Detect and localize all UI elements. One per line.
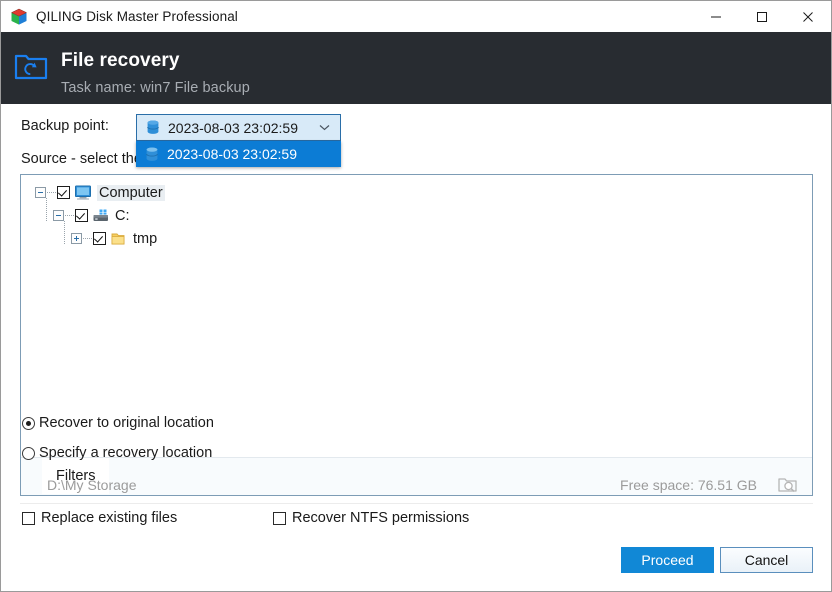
checkbox-replace-existing-files[interactable]: Replace existing files bbox=[22, 510, 177, 526]
radio-indicator[interactable] bbox=[22, 446, 35, 460]
tree-node-label: Computer bbox=[97, 184, 165, 201]
cancel-button[interactable]: Cancel bbox=[720, 547, 813, 573]
computer-icon bbox=[74, 185, 92, 201]
radio-specify-recovery-location[interactable]: Specify a recovery location bbox=[22, 445, 212, 461]
maximize-icon[interactable] bbox=[739, 1, 785, 32]
folder-recovery-icon bbox=[13, 49, 49, 85]
cube-icon bbox=[10, 8, 28, 26]
tree-checkbox[interactable] bbox=[93, 232, 106, 245]
tree-node-drive-c[interactable]: C: bbox=[21, 204, 812, 227]
checkbox-indicator[interactable] bbox=[22, 511, 35, 525]
page-header: File recovery Task name: win7 File backu… bbox=[1, 32, 831, 104]
collapse-toggle-icon[interactable] bbox=[53, 210, 64, 221]
tree-checkbox[interactable] bbox=[75, 209, 88, 222]
recovery-path-value: D:\My Storage bbox=[47, 477, 137, 493]
radio-recover-original-location[interactable]: Recover to original location bbox=[22, 415, 214, 431]
radio-label: Specify a recovery location bbox=[39, 445, 213, 461]
backup-point-dropdown-list[interactable]: 2023-08-03 23:02:59 bbox=[136, 141, 341, 167]
close-icon[interactable] bbox=[785, 1, 831, 32]
collapse-toggle-icon[interactable] bbox=[35, 187, 46, 198]
checkbox-label: Recover NTFS permissions bbox=[292, 510, 470, 526]
tree-node-label: C: bbox=[115, 207, 130, 224]
dropdown-option[interactable]: 2023-08-03 23:02:59 bbox=[136, 141, 341, 167]
tree-node-label: tmp bbox=[133, 230, 158, 247]
free-space-label: Free space: 76.51 GB bbox=[620, 477, 757, 493]
database-icon bbox=[146, 120, 160, 135]
title-bar: QILING Disk Master Professional bbox=[1, 1, 831, 32]
tree-node-tmp[interactable]: tmp bbox=[21, 227, 812, 250]
dropdown-option-label: 2023-08-03 23:02:59 bbox=[167, 146, 297, 162]
database-icon bbox=[145, 147, 159, 162]
checkbox-recover-ntfs-permissions[interactable]: Recover NTFS permissions bbox=[273, 510, 469, 526]
tree-connector bbox=[47, 192, 56, 193]
expand-toggle-icon[interactable] bbox=[71, 233, 82, 244]
browse-folder-icon[interactable] bbox=[777, 475, 799, 495]
checkbox-indicator[interactable] bbox=[273, 511, 286, 525]
proceed-button[interactable]: Proceed bbox=[621, 547, 714, 573]
dialog-body: Backup point: 2023-08-03 23:02:59 Source… bbox=[1, 104, 831, 591]
window-title: QILING Disk Master Professional bbox=[36, 9, 238, 24]
backup-point-combobox[interactable]: 2023-08-03 23:02:59 bbox=[136, 114, 341, 141]
radio-label: Recover to original location bbox=[39, 415, 214, 431]
page-title: File recovery bbox=[61, 50, 180, 71]
tree-connector bbox=[83, 238, 92, 239]
tree-checkbox[interactable] bbox=[57, 186, 70, 199]
checkbox-label: Replace existing files bbox=[41, 510, 178, 526]
folder-icon bbox=[110, 231, 128, 247]
minimize-icon[interactable] bbox=[693, 1, 739, 32]
task-name-label: Task name: win7 File backup bbox=[61, 80, 250, 96]
chevron-down-icon[interactable] bbox=[319, 124, 330, 131]
application-window: QILING Disk Master Professional File rec… bbox=[0, 0, 832, 592]
tree-node-computer[interactable]: Computer bbox=[21, 181, 812, 204]
recovery-path-row: D:\My Storage Free space: 76.51 GB bbox=[20, 471, 813, 504]
drive-icon bbox=[92, 208, 110, 224]
tree-connector bbox=[65, 215, 74, 216]
radio-indicator[interactable] bbox=[22, 416, 35, 430]
backup-point-label: Backup point: bbox=[21, 118, 109, 134]
window-controls bbox=[693, 1, 831, 32]
backup-point-value: 2023-08-03 23:02:59 bbox=[168, 119, 298, 136]
